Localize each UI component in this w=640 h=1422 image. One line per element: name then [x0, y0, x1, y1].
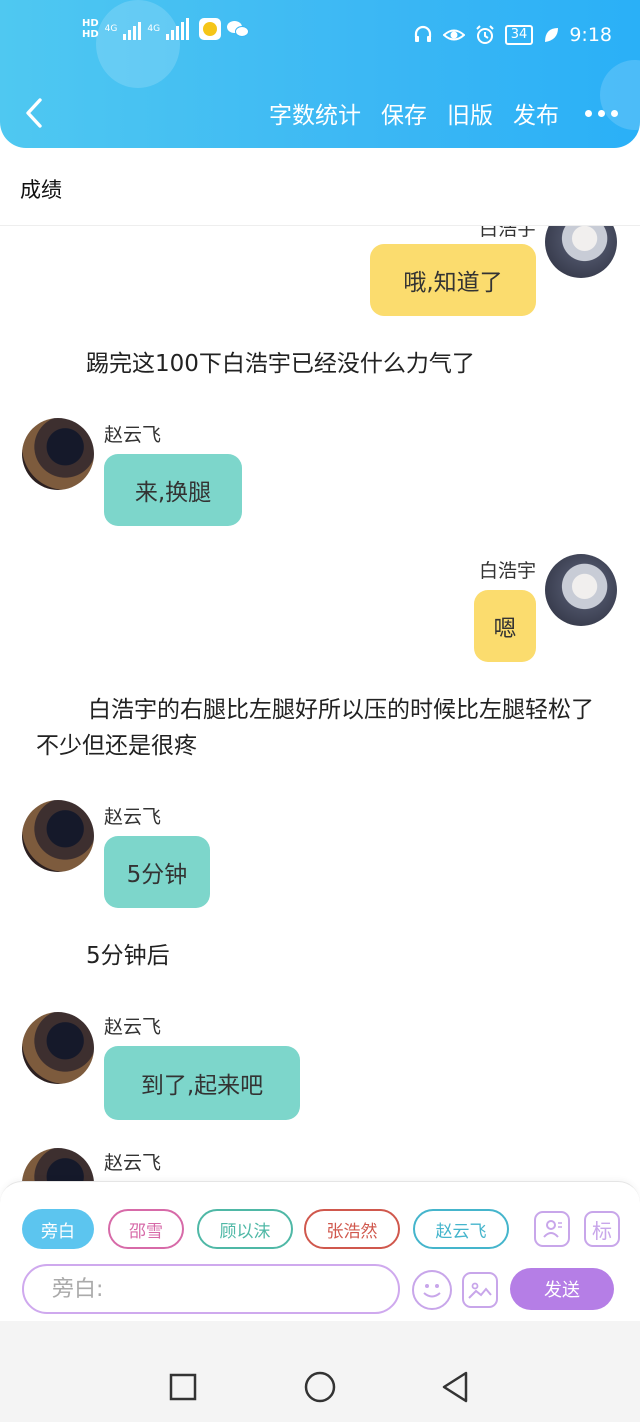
speaker-name: 白浩宇: [478, 226, 536, 240]
person-icon: [543, 1220, 562, 1238]
avatar[interactable]: [22, 1148, 94, 1181]
app-header: HD HD 4G 4G 34 9:18 字数统计 保存 旧版 发布: [0, 0, 640, 148]
eye-icon: [442, 29, 465, 41]
speaker-name: 赵云飞: [104, 806, 162, 828]
role-chip-label: 顾以沫: [219, 1221, 271, 1242]
old-version-button[interactable]: 旧版: [447, 96, 493, 130]
wechat-icon: [227, 19, 251, 39]
message-bubble: 哦,知道了: [370, 244, 536, 316]
role-chip-label: 邵雪: [129, 1221, 163, 1242]
word-count-button[interactable]: 字数统计: [269, 96, 361, 130]
signal-2-icon: [166, 18, 190, 40]
chapter-title: 成绩: [20, 178, 62, 202]
chevron-left-icon: [26, 98, 42, 128]
message-bubble: 嗯: [474, 590, 536, 662]
role-chip-label: 赵云飞: [435, 1221, 487, 1242]
clock-time: 9:18: [569, 24, 612, 46]
avatar[interactable]: [545, 554, 617, 626]
image-button[interactable]: [462, 1272, 498, 1308]
network-2-label: 4G: [147, 24, 161, 34]
role-chip-shaoxue[interactable]: 邵雪: [108, 1209, 184, 1249]
network-1-label: 4G: [104, 24, 118, 34]
battery-indicator: 34: [504, 25, 534, 45]
status-bar: HD HD 4G 4G 34 9:18: [0, 18, 640, 62]
mark-button[interactable]: 标: [584, 1211, 620, 1247]
back-nav-icon[interactable]: [440, 1370, 470, 1404]
role-chip-label: 旁白: [41, 1221, 75, 1242]
message-text: 嗯: [493, 616, 517, 642]
hd-indicator: HD HD: [82, 18, 99, 40]
app-notification-icon: [199, 18, 222, 40]
more-icon[interactable]: [585, 109, 618, 117]
chapter-title-bar[interactable]: 成绩: [0, 148, 640, 226]
role-chip-narrator[interactable]: 旁白: [22, 1209, 94, 1249]
top-nav: 字数统计 保存 旧版 发布: [0, 92, 640, 136]
narration-text: 白浩宇的右腿比左腿好所以压的时候比左腿轻松了不少但还是很疼: [36, 697, 594, 759]
smiley-icon: [423, 1284, 441, 1298]
headphones-icon: [414, 25, 431, 42]
save-button[interactable]: 保存: [381, 96, 427, 130]
mark-label: 标: [592, 1218, 612, 1243]
message-text: 5分钟: [126, 862, 188, 888]
speaker-name: 赵云飞: [104, 1016, 162, 1038]
narration-text: 5分钟后: [86, 943, 170, 969]
send-button[interactable]: 发送: [510, 1268, 614, 1310]
avatar[interactable]: [22, 800, 94, 872]
narration-input[interactable]: [24, 1266, 398, 1312]
composer-panel: 旁白 邵雪 顾以沫 张浩然 赵云飞 标 发送: [0, 1181, 640, 1321]
role-chip-zhanghaoran[interactable]: 张浩然: [304, 1209, 400, 1249]
alarm-icon: [476, 25, 494, 44]
message-bubble: 到了,起来吧: [104, 1046, 300, 1120]
message-text: 哦,知道了: [403, 270, 503, 296]
message-text: 到了,起来吧: [140, 1073, 264, 1099]
avatar[interactable]: [22, 1012, 94, 1084]
message-bubble: 来,换腿: [104, 454, 242, 526]
back-button[interactable]: [22, 96, 48, 134]
narration-text: 踢完这100下白浩宇已经没什么力气了: [86, 351, 475, 377]
narration-input-field[interactable]: [22, 1264, 400, 1314]
role-chip-guyimo[interactable]: 顾以沫: [197, 1209, 293, 1249]
publish-button[interactable]: 发布: [513, 96, 559, 130]
avatar[interactable]: [22, 418, 94, 490]
leaf-icon: [545, 28, 559, 42]
role-chip-zhaoyunfei[interactable]: 赵云飞: [413, 1209, 509, 1249]
recent-apps-icon[interactable]: [168, 1372, 198, 1402]
add-role-button[interactable]: [534, 1211, 570, 1247]
chat-area[interactable]: 白浩宇 哦,知道了 踢完这100下白浩宇已经没什么力气了 赵云飞 来,换腿 白浩…: [0, 226, 640, 1181]
send-label: 发送: [544, 1280, 580, 1301]
message-bubble: 5分钟: [104, 836, 210, 908]
signal-1-icon: [123, 18, 142, 40]
system-nav-bar: [0, 1321, 640, 1422]
speaker-name: 白浩宇: [478, 560, 536, 582]
image-icon: [468, 1282, 492, 1299]
speaker-name: 赵云飞: [104, 424, 162, 446]
role-chip-label: 张浩然: [326, 1221, 378, 1242]
avatar[interactable]: [545, 226, 617, 278]
message-text: 来,换腿: [134, 480, 212, 506]
speaker-name: 赵云飞: [104, 1152, 162, 1174]
emoji-button[interactable]: [412, 1270, 452, 1310]
home-icon[interactable]: [303, 1370, 337, 1404]
